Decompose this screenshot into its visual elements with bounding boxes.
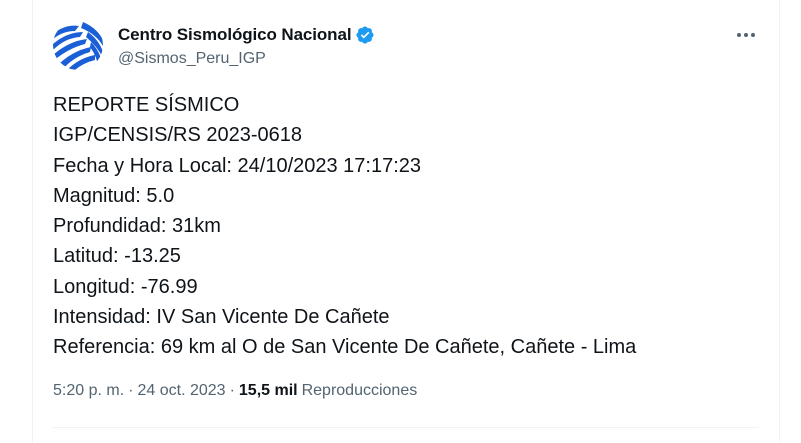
tweet-date[interactable]: 24 oct. 2023 <box>137 382 225 400</box>
avatar[interactable] <box>53 20 103 70</box>
views-count[interactable]: 15,5 mil <box>239 382 298 400</box>
more-options-icon <box>737 33 755 37</box>
tweet-text: REPORTE SÍSMICO IGP/CENSIS/RS 2023-0618 … <box>53 90 636 363</box>
seismograph-logo-icon <box>53 20 103 70</box>
verified-badge-icon[interactable] <box>355 25 375 45</box>
author-display-name[interactable]: Centro Sismológico Nacional <box>118 25 352 45</box>
tweet-line-reference: Referencia: 69 km al O de San Vicente De… <box>53 336 637 359</box>
views-label[interactable]: Reproducciones <box>302 382 418 400</box>
meta-separator: · <box>128 382 134 399</box>
tweet-line-intensity: Intensidad: IV San Vicente De Cañete <box>53 306 390 329</box>
tweet-line-report-id: IGP/CENSIS/RS 2023-0618 <box>53 124 303 147</box>
meta-separator: · <box>229 382 235 399</box>
tweet-line-title: REPORTE SÍSMICO <box>53 94 240 116</box>
author-name-row: Centro Sismológico Nacional <box>118 22 375 48</box>
author-handle[interactable]: @Sismos_Peru_IGP <box>118 50 375 68</box>
tweet-line-longitude: Longitud: -76.99 <box>53 275 198 298</box>
author-block: Centro Sismológico Nacional @Sismos_Peru… <box>118 22 375 68</box>
tweet-line-magnitude: Magnitud: 5.0 <box>53 184 175 207</box>
tweet-line-depth: Profundidad: 31km <box>53 215 221 238</box>
more-options-button[interactable] <box>733 24 759 46</box>
tweet-card: Centro Sismológico Nacional @Sismos_Peru… <box>32 0 780 443</box>
tweet-meta: 5:20 p. m. · 24 oct. 2023 · 15,5 mil Rep… <box>53 382 417 400</box>
divider <box>53 427 759 428</box>
tweet-line-datetime: Fecha y Hora Local: 24/10/2023 17:17:23 <box>53 154 422 177</box>
tweet-time[interactable]: 5:20 p. m. <box>53 382 124 400</box>
tweet-line-latitude: Latitud: -13.25 <box>53 245 181 268</box>
